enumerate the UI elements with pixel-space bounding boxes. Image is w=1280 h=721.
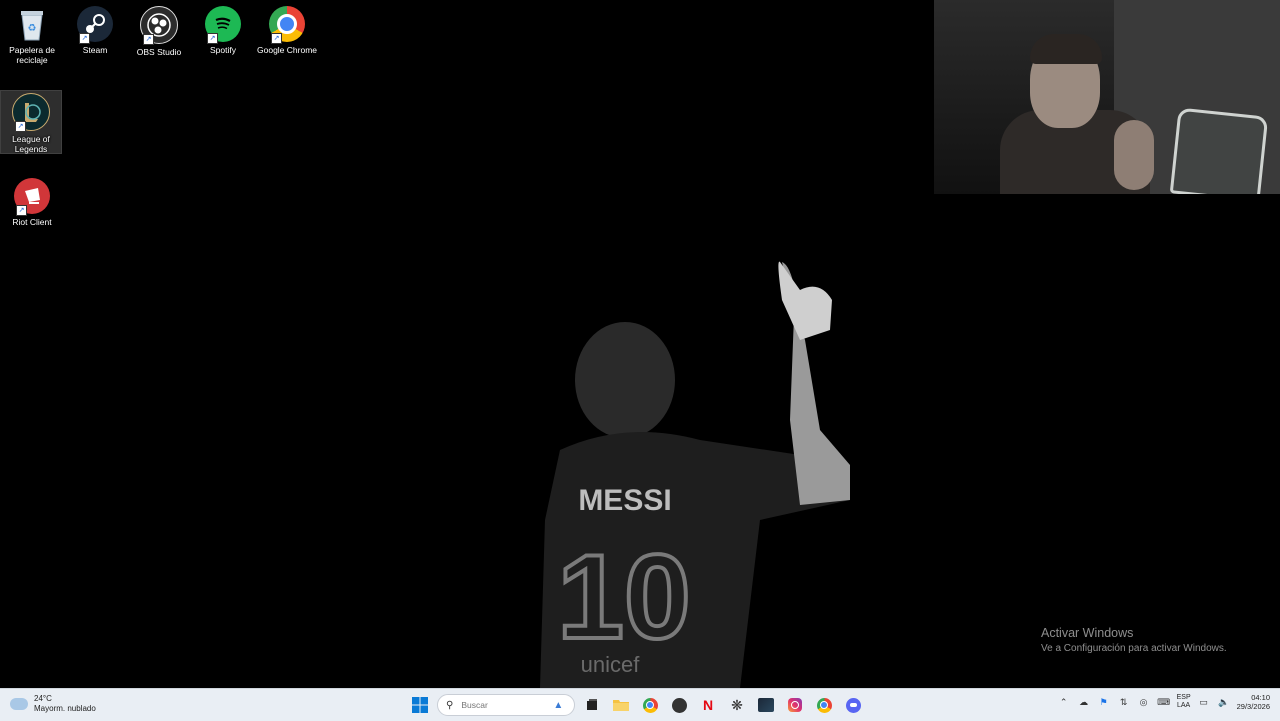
jersey-sponsor: unicef <box>581 652 641 677</box>
chrome-icon <box>816 697 832 713</box>
league-icon: ↗ <box>12 93 50 132</box>
desktop-icon-chrome[interactable]: ↗ Google Chrome <box>257 6 317 55</box>
desktop-icon-obs[interactable]: ↗ OBS Studio <box>129 6 189 57</box>
obs-taskbar-button[interactable] <box>667 693 691 717</box>
instagram-icon <box>788 698 802 712</box>
search-highlight-icon: ▲ <box>553 699 564 711</box>
desktop-icon-label: Google Chrome <box>257 45 318 55</box>
taskbar: 24°C Mayorm. nublado ⚲ ▲ N ❋ <box>0 688 1280 721</box>
usb-icon[interactable]: ⇅ <box>1117 695 1131 709</box>
chrome-profile-taskbar-button[interactable] <box>812 693 836 717</box>
cloud-off-icon[interactable]: ☁ <box>1077 695 1091 709</box>
chatgpt-icon: ❋ <box>731 696 743 713</box>
clock[interactable]: 04:10 29/3/2026 <box>1237 693 1270 711</box>
network-icon[interactable]: ▭ <box>1197 695 1211 709</box>
chatgpt-taskbar-button[interactable]: ❋ <box>725 693 749 717</box>
windows-logo-icon <box>412 697 428 713</box>
desktop-icon-steam[interactable]: ↗ Steam <box>65 6 125 55</box>
desktop-icon-spotify[interactable]: ↗ Spotify <box>193 6 253 55</box>
desktop-icon-label: League of Legends <box>12 134 50 154</box>
activate-windows-watermark: Activar Windows Ve a Configuración para … <box>1041 626 1227 654</box>
folder-icon <box>613 700 629 711</box>
steam-taskbar-button[interactable] <box>754 693 778 717</box>
language-indicator[interactable]: ESP LAA <box>1177 694 1191 710</box>
search-icon: ⚲ <box>446 699 454 711</box>
netflix-icon: N <box>702 697 714 713</box>
desktop-icon-label: Papelera de reciclaje <box>9 45 55 65</box>
shortcut-arrow-icon: ↗ <box>143 34 154 45</box>
weather-desc: Mayorm. nublado <box>34 704 96 713</box>
clock-time: 04:10 <box>1251 693 1270 702</box>
microphone-icon[interactable]: ◎ <box>1137 695 1151 709</box>
start-button[interactable] <box>408 693 432 717</box>
weather-widget[interactable]: 24°C Mayorm. nublado <box>10 694 96 714</box>
spotify-icon: ↗ <box>205 6 241 44</box>
activate-windows-title: Activar Windows <box>1041 626 1134 640</box>
svg-text:♻: ♻ <box>28 23 37 34</box>
desktop-icon-riot-client[interactable]: ↗ Riot Client <box>2 178 62 227</box>
clock-date: 29/3/2026 <box>1236 702 1270 711</box>
file-explorer-button[interactable] <box>609 693 633 717</box>
chrome-taskbar-button[interactable] <box>638 693 662 717</box>
jersey-name: MESSI <box>578 484 671 517</box>
shortcut-arrow-icon: ↗ <box>79 33 90 44</box>
obs-icon <box>671 697 687 713</box>
chevron-up-icon[interactable]: ⌃ <box>1057 695 1071 709</box>
desktop-icon-league-of-legends[interactable]: ↗ League of Legends <box>0 90 62 154</box>
jersey-number: 10 <box>557 530 690 664</box>
instagram-taskbar-button[interactable] <box>783 693 807 717</box>
recycle-bin-icon: ♻ <box>14 6 50 42</box>
netflix-taskbar-button[interactable]: N <box>696 693 720 717</box>
desktop-icon-label: Spotify <box>210 45 236 55</box>
shortcut-arrow-icon: ↗ <box>207 33 218 44</box>
shortcut-arrow-icon: ↗ <box>16 205 27 216</box>
obs-icon: ↗ <box>140 6 178 45</box>
system-tray: ⌃ ☁ ⚑ ⇅ ◎ ⌨ ESP LAA ▭ 🔈 04:10 29/3/2026 <box>1057 693 1270 711</box>
shortcut-arrow-icon: ↗ <box>15 121 26 132</box>
task-view-icon <box>587 699 597 710</box>
security-icon[interactable]: ⚑ <box>1097 695 1111 709</box>
desktop-icon-recycle-bin[interactable]: ♻ Papelera de reciclaje <box>2 6 62 65</box>
steam-icon: ↗ <box>77 6 113 44</box>
cloud-icon <box>10 698 28 710</box>
keyboard-icon[interactable]: ⌨ <box>1157 695 1171 709</box>
discord-icon <box>845 697 861 713</box>
chrome-icon: ↗ <box>269 6 305 44</box>
desktop-icon-label: OBS Studio <box>136 47 182 57</box>
desktop-icon-label: Riot Client <box>12 217 52 227</box>
volume-icon[interactable]: 🔈 <box>1217 695 1231 709</box>
taskbar-search-box[interactable]: ⚲ ▲ <box>437 694 575 716</box>
search-input[interactable] <box>459 699 554 711</box>
webcam-overlay <box>934 0 1280 194</box>
desktop-icon-label: Steam <box>82 45 108 55</box>
shortcut-arrow-icon: ↗ <box>271 33 282 44</box>
riot-icon: ↗ <box>14 178 50 216</box>
activate-windows-subtitle: Ve a Configuración para activar Windows. <box>1041 643 1227 654</box>
weather-temp: 24°C <box>34 694 52 703</box>
taskbar-center: ⚲ ▲ N ❋ <box>408 693 865 717</box>
steam-icon <box>758 698 774 712</box>
chrome-icon <box>642 697 658 713</box>
discord-taskbar-button[interactable] <box>841 693 865 717</box>
task-view-button[interactable] <box>580 693 604 717</box>
